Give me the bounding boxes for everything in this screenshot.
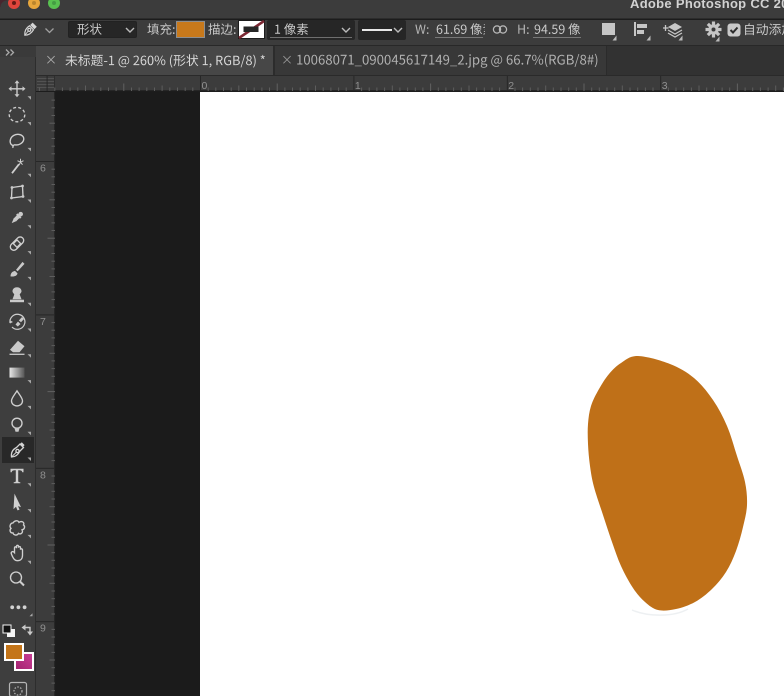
svg-text:2: 2	[508, 80, 514, 91]
svg-text:0: 0	[202, 80, 208, 91]
svg-text:8: 8	[40, 469, 46, 481]
svg-text:9: 9	[40, 623, 46, 635]
svg-text:6: 6	[40, 163, 46, 175]
svg-text:3: 3	[662, 80, 668, 91]
svg-text:1: 1	[355, 80, 361, 91]
svg-text:7: 7	[40, 316, 46, 328]
